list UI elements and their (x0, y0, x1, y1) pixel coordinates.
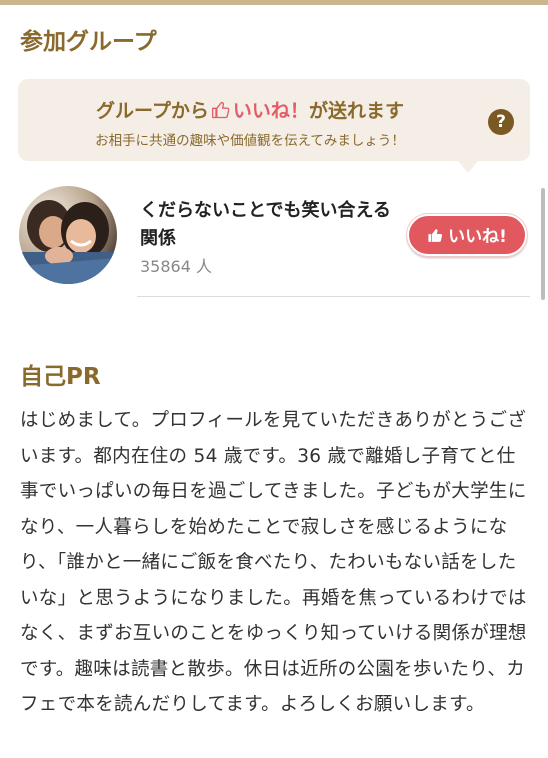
banner-headline-before: グループから (96, 100, 209, 122)
like-info-banner: グループから いいね！が送れます お相手に共通の趣味や価値観を伝えてみましょう！ … (18, 79, 530, 173)
group-avatar[interactable] (19, 186, 117, 284)
banner-headline-after: が送れます (308, 100, 404, 122)
group-member-count: 35864 人 (140, 257, 212, 276)
banner-subtext: お相手に共通の趣味や価値観を伝えてみましょう！ (95, 133, 405, 149)
section-title-self-pr: 自己PR (20, 364, 101, 390)
self-pr-text: はじめまして。プロフィールを見ていただきありがとうございます。都内在住の 54 … (20, 410, 527, 715)
section-title-groups: 参加グループ (20, 29, 157, 55)
banner-headline: グループから いいね！が送れます (18, 96, 482, 123)
top-border (0, 0, 548, 5)
group-photo (19, 186, 117, 284)
banner-headline-like: いいね！ (209, 100, 309, 122)
thumbs-up-icon (211, 101, 230, 119)
group-name[interactable]: くだらないことでも笑い合える関係 (140, 197, 395, 253)
question-icon[interactable]: ? (488, 109, 514, 135)
scrollbar[interactable] (541, 188, 545, 300)
thumbs-up-icon (428, 229, 443, 242)
divider (137, 296, 530, 297)
like-button-label: いいね! (448, 227, 507, 247)
banner-like-text: いいね！ (232, 100, 309, 122)
like-button[interactable]: いいね! (406, 213, 528, 257)
